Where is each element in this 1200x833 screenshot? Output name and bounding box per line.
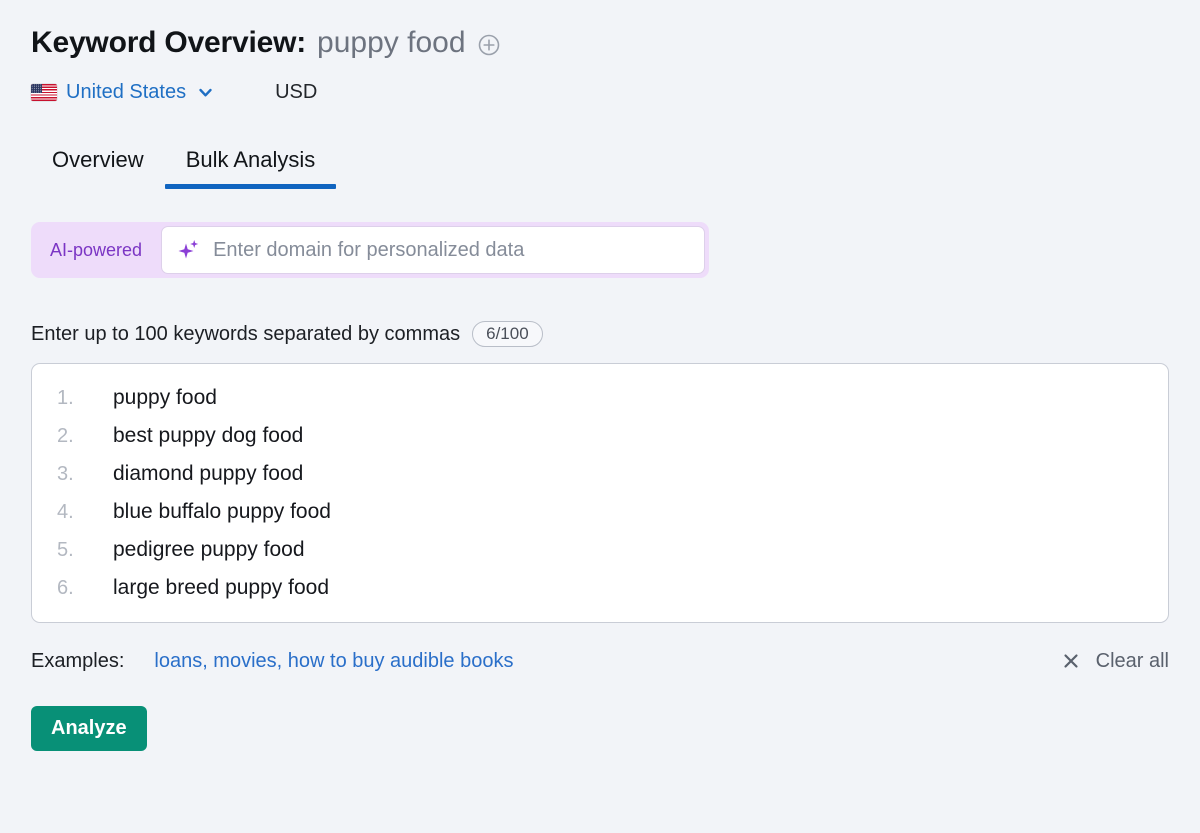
examples-links[interactable]: loans, movies, how to buy audible books <box>154 650 513 673</box>
locale-row: United States USD <box>31 78 1200 106</box>
domain-input[interactable] <box>213 238 690 262</box>
ai-domain-row: AI-powered <box>31 222 709 278</box>
page-title-keyword: puppy food <box>317 26 466 59</box>
page-title-prefix: Keyword Overview: <box>31 26 307 59</box>
analyze-button[interactable]: Analyze <box>31 706 147 751</box>
ai-powered-badge: AI-powered <box>50 239 143 260</box>
page-title: Keyword Overview: puppy food <box>31 22 1200 64</box>
tab-bulk-analysis-label: Bulk Analysis <box>185 147 316 172</box>
close-x-icon <box>1060 650 1082 672</box>
list-item-label: blue buffalo puppy food <box>113 500 331 523</box>
keywords-label-row: Enter up to 100 keywords separated by co… <box>31 319 1169 349</box>
sparkle-icon <box>176 237 202 263</box>
tab-overview[interactable]: Overview <box>31 147 165 186</box>
keyword-count-badge: 6/100 <box>472 321 543 347</box>
examples-row: Examples: loans, movies, how to buy audi… <box>31 645 1169 677</box>
list-item[interactable]: 6. large breed puppy food <box>32 576 1168 614</box>
keyword-list: 1. puppy food 2. best puppy dog food 3. … <box>32 386 1168 614</box>
list-item-label: diamond puppy food <box>113 462 304 485</box>
tab-bulk-analysis[interactable]: Bulk Analysis <box>164 147 337 189</box>
main-content: AI-powered Enter up to 100 keywords sepa… <box>0 222 1200 751</box>
list-item-number: 3. <box>57 463 74 485</box>
country-selector[interactable]: United States <box>66 81 186 104</box>
keywords-instruction: Enter up to 100 keywords separated by co… <box>31 322 461 345</box>
tab-overview-label: Overview <box>52 147 144 172</box>
page-header: Keyword Overview: puppy food United Stat… <box>0 0 1200 106</box>
keywords-input-area[interactable]: 1. puppy food 2. best puppy dog food 3. … <box>31 363 1169 623</box>
clear-all-label: Clear all <box>1095 649 1169 672</box>
list-item[interactable]: 1. puppy food <box>32 386 1168 424</box>
tab-bar: Overview Bulk Analysis <box>0 138 1200 189</box>
list-item-label: puppy food <box>113 386 217 409</box>
list-item-label: best puppy dog food <box>113 424 304 447</box>
currency-label: USD <box>275 80 318 103</box>
chevron-down-icon[interactable] <box>196 83 215 102</box>
list-item[interactable]: 4. blue buffalo puppy food <box>32 500 1168 538</box>
list-item-number: 4. <box>57 501 74 523</box>
list-item-number: 6. <box>57 577 74 599</box>
examples-label: Examples: <box>31 649 125 672</box>
keyword-overview-page: Keyword Overview: puppy food United Stat… <box>0 0 1200 833</box>
list-item[interactable]: 3. diamond puppy food <box>32 462 1168 500</box>
list-item-label: pedigree puppy food <box>113 538 305 561</box>
us-flag-icon <box>31 83 57 101</box>
list-item-number: 2. <box>57 425 74 447</box>
clear-all-button[interactable]: Clear all <box>1060 650 1169 673</box>
list-item-number: 5. <box>57 539 74 561</box>
plus-circle-icon[interactable] <box>477 33 501 57</box>
list-item-label: large breed puppy food <box>113 576 329 599</box>
list-item-number: 1. <box>57 387 74 409</box>
domain-input-wrapper[interactable] <box>161 226 705 274</box>
list-item[interactable]: 2. best puppy dog food <box>32 424 1168 462</box>
list-item[interactable]: 5. pedigree puppy food <box>32 538 1168 576</box>
